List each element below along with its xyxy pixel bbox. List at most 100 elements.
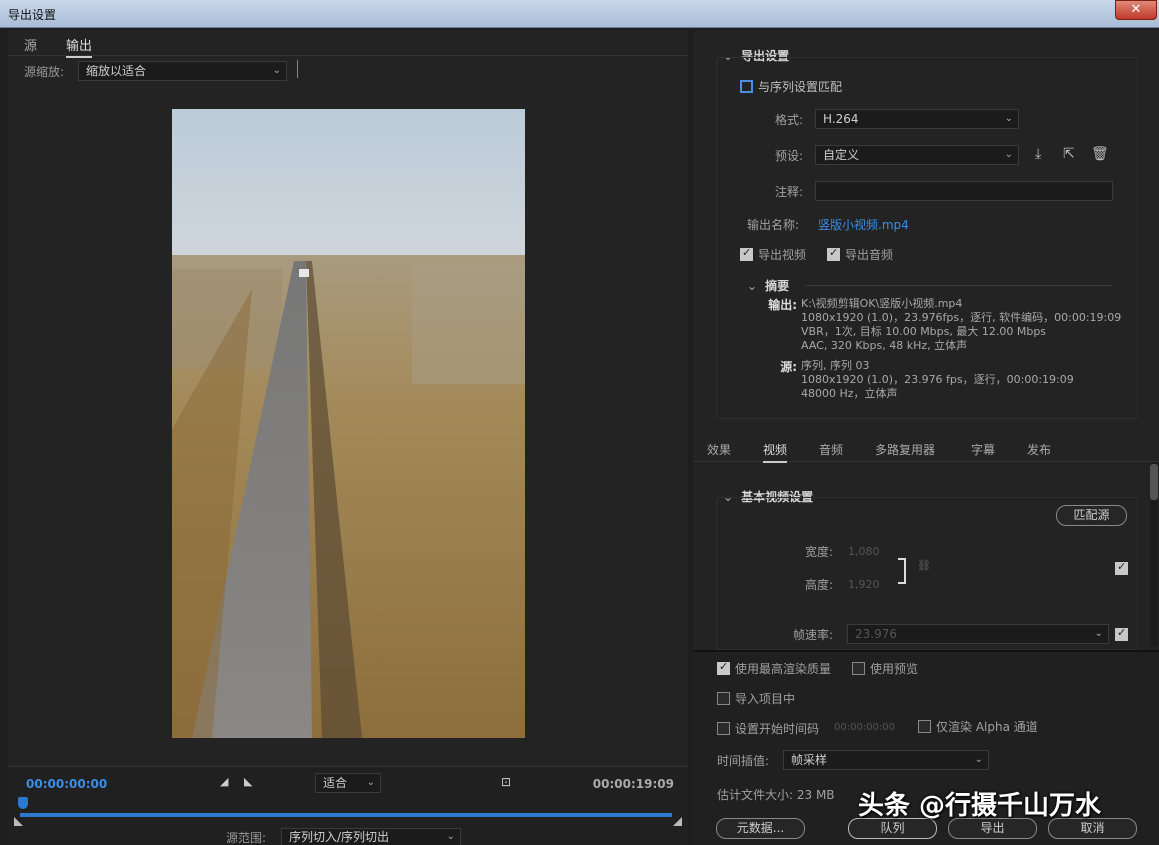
source-range-value: 序列切入/序列切出: [289, 830, 390, 844]
title-bar: 导出设置 ✕: [0, 0, 1159, 28]
tab-effects[interactable]: 效果: [707, 441, 731, 458]
start-timecode-value[interactable]: 00:00:00:00: [834, 722, 895, 733]
preset-dropdown[interactable]: 自定义 ⌄: [815, 145, 1019, 165]
metadata-button[interactable]: 元数据...: [716, 818, 805, 839]
summary-header[interactable]: ⌄ 摘要: [747, 277, 789, 294]
interp-label: 时间插值:: [717, 754, 770, 768]
window-title: 导出设置: [8, 8, 57, 22]
fps-value: 23.976: [855, 627, 897, 641]
settings-scrollbar[interactable]: [1150, 462, 1158, 646]
format-value: H.264: [823, 112, 859, 126]
summary-output-lines: K:\视频剪辑OK\竖版小视频.mp4 1080x1920 (1.0)，23.9…: [801, 297, 1122, 352]
fps-match-checkbox[interactable]: [1115, 626, 1128, 641]
export-audio-label: 导出音频: [845, 248, 894, 262]
export-audio-checkbox[interactable]: [827, 246, 840, 261]
video-preview: [172, 109, 525, 738]
tab-multiplexer[interactable]: 多路复用器: [875, 441, 935, 458]
link-bracket: [898, 558, 906, 584]
chain-link-icon[interactable]: ⛓: [917, 559, 931, 572]
height-label: 高度:: [805, 578, 834, 592]
width-label: 宽度:: [805, 545, 834, 559]
chevron-down-icon: ⌄: [1094, 628, 1103, 639]
mark-in-icon[interactable]: ◢: [220, 775, 228, 788]
chevron-down-icon: ⌄: [272, 65, 281, 76]
height-value[interactable]: 1,920: [848, 578, 880, 591]
start-timecode-label: 设置开始时间码: [735, 722, 820, 736]
tab-audio[interactable]: 音频: [819, 441, 843, 458]
summary-source-lines: 序列, 序列 03 1080x1920 (1.0)，23.976 fps，逐行，…: [801, 359, 1074, 400]
source-scale-label: 源缩放:: [24, 65, 65, 79]
fps-dropdown[interactable]: 23.976 ⌄: [847, 624, 1109, 644]
alpha-only-checkbox[interactable]: [918, 720, 931, 733]
match-sequence-checkbox[interactable]: [740, 80, 753, 93]
output-name-label: 输出名称:: [747, 218, 800, 232]
fit-value: 适合: [323, 776, 348, 790]
estimated-size: 估计文件大小: 23 MB: [717, 788, 835, 802]
tab-video[interactable]: 视频: [763, 441, 788, 463]
import-preset-icon[interactable]: ⇱: [1063, 146, 1075, 162]
source-scale-value: 缩放以适合: [86, 64, 147, 78]
import-project-checkbox[interactable]: [717, 692, 730, 705]
playhead-handle[interactable]: [18, 797, 28, 809]
max-quality-checkbox[interactable]: [717, 660, 730, 675]
interp-dropdown[interactable]: 帧采样 ⌄: [783, 750, 989, 770]
output-name-link[interactable]: 竖版小视频.mp4: [818, 216, 909, 233]
source-range-label: 源范围:: [226, 831, 267, 845]
format-dropdown[interactable]: H.264 ⌄: [815, 109, 1019, 129]
divider: [297, 60, 298, 78]
max-quality-label: 使用最高渲染质量: [735, 662, 832, 676]
chevron-down-icon: ⌄: [747, 279, 758, 293]
close-button[interactable]: ✕: [1115, 0, 1157, 20]
timeline-track[interactable]: [20, 813, 672, 817]
out-point-handle[interactable]: [673, 817, 682, 826]
format-label: 格式:: [775, 113, 804, 127]
match-sequence-label: 与序列设置匹配: [758, 80, 843, 94]
alpha-only-label: 仅渲染 Alpha 通道: [936, 720, 1038, 734]
match-source-button[interactable]: 匹配源: [1056, 505, 1127, 526]
left-panel: 源 输出 源缩放: 缩放以适合 ⌄ 00:00:00:00 ◢ ◣ 适合 ⌄ ⊡…: [8, 30, 688, 845]
summary-source-key: 源:: [780, 360, 797, 374]
summary-divider: [805, 285, 1113, 286]
start-timecode-checkbox[interactable]: [717, 722, 730, 735]
comment-label: 注释:: [775, 185, 804, 199]
summary-output-key: 输出:: [768, 298, 797, 312]
timeline-bar: 00:00:00:00 ◢ ◣ 适合 ⌄ ⊡ 00:00:19:09 源范围: …: [8, 766, 688, 845]
mark-out-icon[interactable]: ◣: [244, 775, 252, 788]
watermark: 头条 @行摄千山万水: [858, 791, 1102, 821]
tab-output[interactable]: 输出: [66, 35, 93, 58]
source-range-dropdown[interactable]: 序列切入/序列切出 ⌄: [281, 828, 461, 845]
size-match-checkbox[interactable]: [1115, 560, 1128, 575]
fit-dropdown[interactable]: 适合 ⌄: [315, 773, 381, 793]
save-preset-icon[interactable]: ⤓: [1035, 146, 1041, 162]
fps-label: 帧速率:: [793, 628, 834, 642]
width-value[interactable]: 1,080: [848, 545, 880, 558]
delete-preset-icon[interactable]: 🗑: [1091, 146, 1109, 162]
chevron-down-icon: ⌄: [1004, 149, 1013, 160]
use-preview-label: 使用预览: [870, 662, 919, 676]
chevron-down-icon: ⌄: [366, 777, 375, 788]
export-video-label: 导出视频: [758, 248, 807, 262]
preset-label: 预设:: [775, 149, 804, 163]
end-timecode: 00:00:19:09: [592, 777, 674, 791]
in-point-handle[interactable]: [14, 817, 23, 826]
import-project-label: 导入项目中: [735, 692, 796, 706]
use-preview-checkbox[interactable]: [852, 662, 865, 675]
chevron-down-icon: ⌄: [446, 831, 455, 842]
comment-input[interactable]: [815, 181, 1113, 201]
tab-captions[interactable]: 字幕: [971, 441, 995, 458]
chevron-down-icon: ⌄: [974, 754, 983, 765]
source-output-tabs: 源 输出: [8, 30, 688, 58]
aspect-toggle-icon[interactable]: ⊡: [501, 775, 511, 789]
interp-value: 帧采样: [791, 753, 828, 767]
scrollbar-thumb[interactable]: [1150, 464, 1158, 500]
current-timecode[interactable]: 00:00:00:00: [26, 777, 107, 791]
chevron-down-icon: ⌄: [1004, 113, 1013, 124]
source-scale-dropdown[interactable]: 缩放以适合 ⌄: [78, 61, 287, 81]
settings-tabs: 效果 视频 音频 多路复用器 字幕 发布: [693, 436, 1159, 463]
tab-publish[interactable]: 发布: [1027, 441, 1051, 458]
export-video-checkbox[interactable]: [740, 246, 753, 261]
tab-source[interactable]: 源: [24, 35, 37, 54]
preset-value: 自定义: [823, 148, 860, 162]
preview-image: [172, 109, 525, 738]
right-panel: ⌄ 导出设置 与序列设置匹配 格式: H.264 ⌄ 预设: 自定义 ⌄ ⤓ ⇱ …: [693, 30, 1159, 845]
